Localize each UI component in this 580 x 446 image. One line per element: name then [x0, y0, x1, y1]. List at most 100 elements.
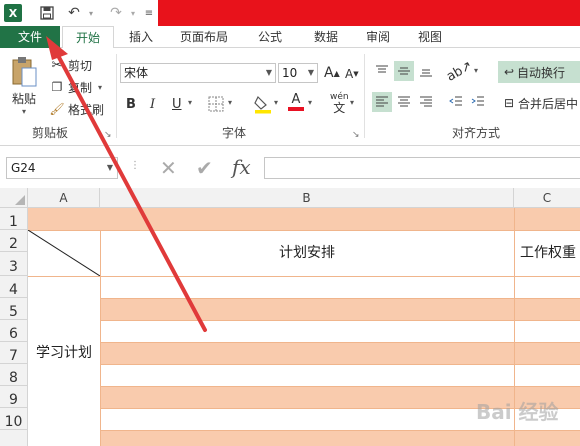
save-icon[interactable]: [38, 3, 56, 23]
title-bar-redaction: [158, 0, 580, 26]
column-header-b[interactable]: B: [100, 188, 514, 208]
font-color-dropdown-icon[interactable]: ▾: [308, 98, 312, 107]
gridline: [28, 276, 580, 277]
cell-b2-plan[interactable]: 计划安排: [100, 230, 514, 276]
merge-center-button[interactable]: ⊟ 合并后居中: [500, 92, 580, 114]
grow-font-button[interactable]: A ▲: [324, 63, 340, 83]
format-painter-button[interactable]: 🖌 格式刷: [48, 100, 104, 118]
underline-button[interactable]: U: [172, 94, 182, 114]
cell-a4-study-plan[interactable]: 学习计划: [28, 276, 100, 430]
decrease-indent-button[interactable]: [446, 92, 466, 112]
paste-button[interactable]: 粘贴 ▾: [8, 56, 40, 116]
row-header-10[interactable]: 10: [0, 408, 28, 430]
group-separator: [116, 54, 117, 138]
cell-c2-weight[interactable]: 工作权重: [520, 230, 580, 276]
row-header-11[interactable]: [0, 430, 28, 446]
bold-icon: B: [126, 96, 136, 112]
font-name-combo[interactable]: 宋体 ▼: [120, 63, 276, 83]
customize-qat-icon[interactable]: ≡: [144, 3, 154, 23]
phonetic-button[interactable]: wén 文: [330, 92, 349, 116]
cut-button[interactable]: ✂ 剪切: [48, 56, 92, 74]
font-launcher-icon[interactable]: ↘: [352, 130, 360, 140]
enter-icon[interactable]: ✔: [196, 156, 213, 180]
orientation-button[interactable]: ab↗: [444, 58, 475, 85]
select-all-corner[interactable]: [0, 188, 28, 208]
column-header-a[interactable]: A: [28, 188, 100, 208]
tab-review[interactable]: 审阅: [356, 26, 400, 48]
copy-dropdown-icon[interactable]: ▾: [98, 83, 102, 92]
name-box[interactable]: G24 ▼: [6, 157, 118, 179]
row-header-3[interactable]: 3: [0, 252, 28, 276]
row-header-5[interactable]: 5: [0, 298, 28, 320]
copy-button[interactable]: ❐ 复制 ▾: [48, 78, 102, 96]
paste-dropdown-icon[interactable]: ▾: [22, 107, 26, 116]
redo-icon[interactable]: ↷: [106, 3, 126, 23]
gridline: [100, 386, 580, 387]
row-header-2[interactable]: 2: [0, 230, 28, 252]
font-size-combo[interactable]: 10 ▼: [278, 63, 318, 83]
clipboard-launcher-icon[interactable]: ↘: [104, 130, 112, 140]
increase-indent-icon: [471, 96, 484, 106]
copy-label: 复制: [68, 80, 93, 95]
borders-button[interactable]: [208, 94, 224, 114]
cancel-icon[interactable]: ✕: [160, 156, 177, 180]
merge-cells-icon: ⊟: [503, 96, 515, 110]
tab-page-layout[interactable]: 页面布局: [172, 26, 236, 48]
tab-formulas[interactable]: 公式: [248, 26, 292, 48]
align-middle-button[interactable]: [394, 61, 414, 81]
orientation-dropdown-icon[interactable]: ▾: [474, 66, 478, 75]
row-header-9[interactable]: 9: [0, 386, 28, 408]
diagonal-header-cell[interactable]: [28, 230, 100, 276]
copy-icon: ❐: [51, 80, 63, 94]
bold-button[interactable]: B: [126, 94, 136, 114]
formula-bar: G24 ▼ ⋮ ✕ ✔ fx: [0, 150, 580, 184]
align-top-icon: [376, 65, 388, 73]
insert-function-button[interactable]: fx: [232, 155, 251, 179]
row-header-6[interactable]: 6: [0, 320, 28, 342]
font-name-value: 宋体: [124, 66, 149, 80]
tab-view[interactable]: 视图: [408, 26, 452, 48]
row-7-band: [100, 342, 580, 364]
fill-color-button[interactable]: [254, 93, 272, 115]
redo-dropdown-icon[interactable]: ▾: [128, 3, 138, 23]
tab-data[interactable]: 数据: [304, 26, 348, 48]
align-left-button[interactable]: [372, 92, 392, 112]
font-group-label: 字体: [222, 126, 247, 140]
row-header-8[interactable]: 8: [0, 364, 28, 386]
borders-dropdown-icon[interactable]: ▾: [228, 98, 232, 107]
gridline: [100, 298, 580, 299]
fill-color-dropdown-icon[interactable]: ▾: [274, 98, 278, 107]
align-bottom-button[interactable]: [416, 61, 436, 81]
increase-indent-button[interactable]: [468, 92, 488, 112]
font-size-value: 10: [282, 66, 298, 80]
align-center-button[interactable]: [394, 92, 414, 112]
italic-button[interactable]: I: [150, 94, 155, 114]
format-painter-icon: 🖌: [49, 102, 65, 116]
column-header-c[interactable]: C: [514, 188, 580, 208]
tab-file[interactable]: 文件: [0, 26, 60, 48]
quick-access-toolbar: X ↶ ▾ ↷ ▾ ≡: [0, 0, 580, 26]
underline-dropdown-icon[interactable]: ▾: [188, 98, 192, 107]
phonetic-dropdown-icon[interactable]: ▾: [350, 98, 354, 107]
undo-icon[interactable]: ↶: [64, 3, 84, 23]
undo-dropdown-icon[interactable]: ▾: [86, 3, 96, 23]
wrap-text-button[interactable]: ↩ 自动换行: [498, 61, 580, 83]
chevron-down-icon: ▼: [106, 163, 113, 172]
underline-icon: U: [172, 96, 182, 112]
formula-input[interactable]: [264, 157, 580, 179]
row-header-1[interactable]: 1: [0, 208, 28, 230]
align-right-button[interactable]: [416, 92, 436, 112]
align-middle-icon: [398, 67, 410, 75]
align-top-button[interactable]: [372, 61, 392, 81]
tab-home[interactable]: 开始: [62, 26, 114, 49]
paste-icon: [12, 57, 37, 87]
row-header-7[interactable]: 7: [0, 342, 28, 364]
row-header-4[interactable]: 4: [0, 276, 28, 298]
row-1-band: [28, 208, 580, 230]
wrap-text-label: 自动换行: [517, 65, 566, 80]
italic-icon: I: [150, 96, 156, 112]
font-color-button[interactable]: A: [288, 92, 304, 116]
tab-insert[interactable]: 插入: [118, 26, 164, 48]
phonetic-icon: 文: [333, 101, 346, 115]
shrink-font-button[interactable]: A ▼: [345, 65, 359, 83]
